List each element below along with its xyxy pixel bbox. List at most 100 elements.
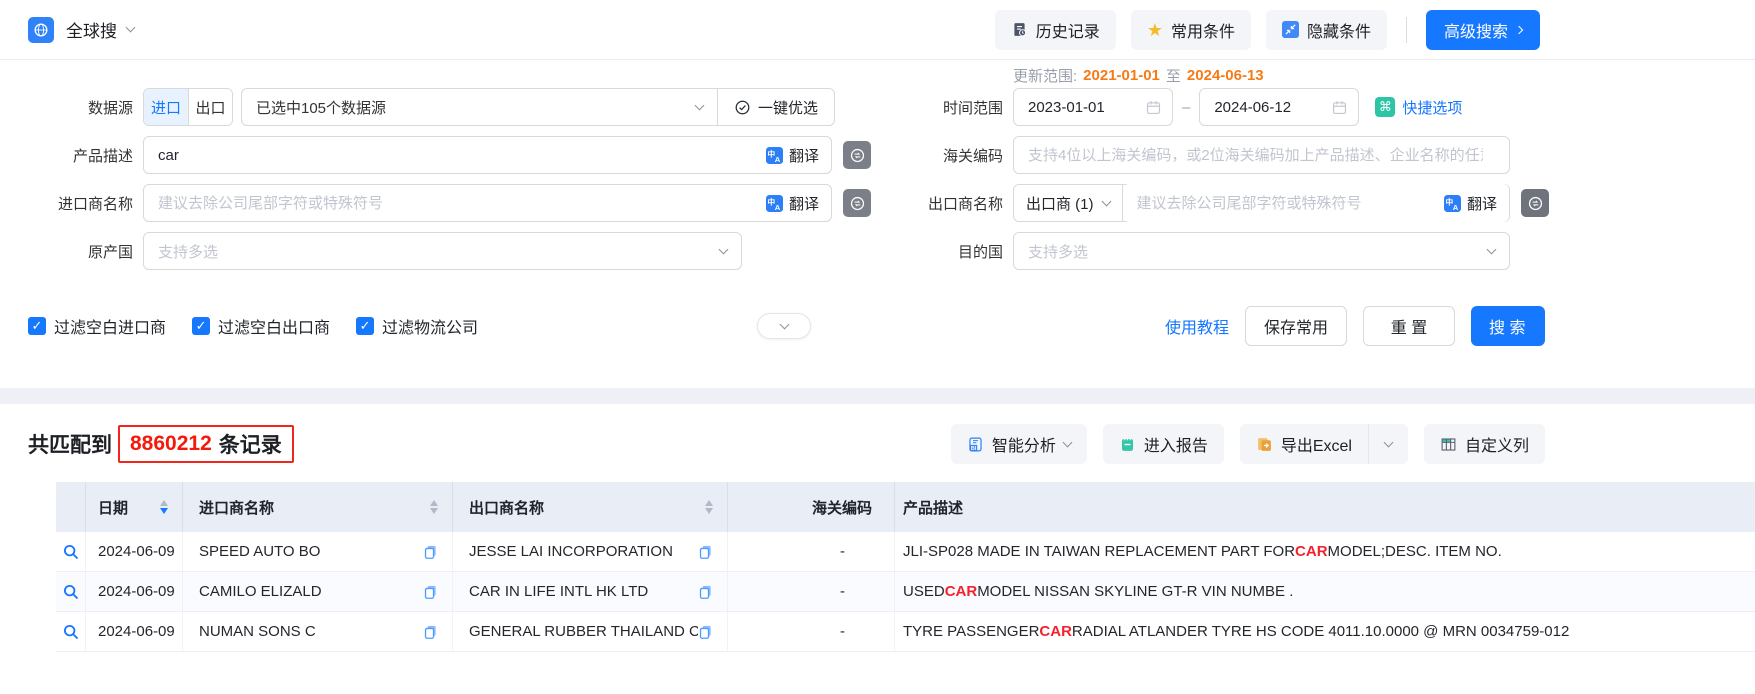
cell-product-desc: JLI-SP028 MADE IN TAIWAN REPLACEMENT PAR…	[895, 532, 1755, 571]
start-date-picker[interactable]: 2023-01-01	[1013, 88, 1173, 126]
dest-country-select[interactable]: 支持多选	[1013, 232, 1510, 270]
dest-country-label: 目的国	[900, 241, 1013, 262]
chevron-down-icon	[1384, 437, 1394, 447]
hide-conditions-button[interactable]: 隐藏条件	[1266, 10, 1387, 50]
copy-icon[interactable]	[423, 624, 438, 639]
filter-blank-importer[interactable]: ✓ 过滤空白进口商	[28, 314, 166, 338]
search-panel: 数据源 进口 出口 已选中105个数据源 一键优选	[0, 60, 1755, 366]
translate-label: 翻译	[789, 145, 819, 166]
end-date-picker[interactable]: 2024-06-12	[1199, 88, 1359, 126]
quick-optimize-button[interactable]: 一键优选	[718, 89, 834, 125]
exporter-name-input[interactable]	[1123, 184, 1444, 222]
search-swap-icon[interactable]	[843, 189, 871, 217]
header-exporter[interactable]: 出口商名称	[453, 482, 728, 532]
copy-icon[interactable]	[698, 624, 713, 639]
row-search-icon[interactable]	[62, 583, 80, 601]
smart-analysis-button[interactable]: BI 智能分析	[951, 424, 1087, 464]
search-button[interactable]: 搜 索	[1471, 306, 1545, 346]
time-range-label: 时间范围	[900, 97, 1013, 118]
importer-name-inputbox: 中A 翻译	[143, 184, 832, 222]
search-swap-icon[interactable]	[1521, 189, 1549, 217]
quick-options-button[interactable]: ⌘ 快捷选项	[1375, 97, 1462, 118]
filter-row: ✓ 过滤空白进口商 ✓ 过滤空白出口商 ✓ 过滤物流公司 使用教程 保存常用 重…	[0, 306, 1755, 346]
chevron-down-icon	[695, 100, 705, 110]
sort-carets[interactable]	[160, 500, 168, 514]
dest-country-row: 目的国 支持多选	[900, 232, 1755, 270]
table-row: 2024-06-09NUMAN SONS CGENERAL RUBBER THA…	[56, 612, 1755, 652]
update-range-end: 2024-06-13	[1187, 67, 1264, 84]
results-header: 共匹配到 8860212 条记录 BI 智能分析 进入报告 导出Excel	[28, 424, 1755, 464]
match-prefix: 共匹配到	[28, 429, 112, 459]
advanced-search-button[interactable]: 高级搜索	[1426, 10, 1540, 50]
export-options-button[interactable]	[1368, 424, 1408, 464]
sort-desc-icon	[430, 508, 438, 514]
quick-options-label: 快捷选项	[1402, 97, 1462, 118]
copy-icon[interactable]	[698, 584, 713, 599]
cell-hs-code: -	[728, 572, 895, 611]
import-tab[interactable]: 进口	[144, 89, 188, 125]
data-source-select[interactable]: 已选中105个数据源	[242, 89, 717, 125]
product-desc-input[interactable]	[144, 137, 766, 173]
hs-code-input[interactable]	[1014, 137, 1497, 173]
cell-exporter: JESSE LAI INCORPORATION	[453, 532, 728, 571]
export-tab[interactable]: 出口	[188, 89, 232, 125]
report-icon	[1119, 436, 1136, 453]
row-search-icon[interactable]	[62, 543, 80, 561]
calendar-icon	[1145, 99, 1162, 116]
cell-product-desc: TYRE PASSENGER CAR RADIAL ATLANDER TYRE …	[895, 612, 1755, 651]
product-desc-row: 产品描述 中A 翻译	[0, 136, 900, 174]
sort-carets[interactable]	[705, 500, 713, 514]
copy-icon[interactable]	[423, 544, 438, 559]
translate-button[interactable]: 中A 翻译	[766, 145, 819, 166]
header-label: 海关编码	[812, 497, 872, 518]
copy-icon[interactable]	[698, 544, 713, 559]
export-excel-button[interactable]: 导出Excel	[1240, 424, 1368, 464]
translate-label: 翻译	[789, 193, 819, 214]
check-circle-icon	[734, 99, 751, 116]
translate-button[interactable]: 中A 翻译	[1444, 193, 1497, 214]
translate-button[interactable]: 中A 翻译	[766, 193, 819, 214]
translate-label: 翻译	[1467, 193, 1497, 214]
table-row: 2024-06-09SPEED AUTO BOJESSE LAI INCORPO…	[56, 532, 1755, 572]
exporter-type-value: 出口商 (1)	[1026, 193, 1094, 214]
header-label: 日期	[98, 497, 128, 518]
form-right-column: 更新范围: 2021-01-01 至 2024-06-13 时间范围 2023-…	[900, 62, 1755, 280]
custom-columns-button[interactable]: 自定义列	[1424, 424, 1545, 464]
checkbox-checked-icon: ✓	[356, 317, 374, 335]
filter-logistics[interactable]: ✓ 过滤物流公司	[356, 314, 478, 338]
results-section: 共匹配到 8860212 条记录 BI 智能分析 进入报告 导出Excel	[0, 404, 1755, 652]
filter-label: 过滤空白出口商	[218, 314, 330, 338]
reset-button[interactable]: 重 置	[1363, 306, 1455, 346]
sort-carets[interactable]	[430, 500, 438, 514]
copy-icon[interactable]	[423, 584, 438, 599]
export-excel-label: 导出Excel	[1281, 432, 1352, 456]
row-search-icon[interactable]	[62, 623, 80, 641]
results-toolbar: BI 智能分析 进入报告 导出Excel 自定义列	[951, 424, 1545, 464]
header-date[interactable]: 日期	[86, 482, 183, 532]
importer-name-input[interactable]	[144, 185, 766, 221]
origin-country-select[interactable]: 支持多选	[143, 232, 742, 270]
data-source-row: 数据源 进口 出口 已选中105个数据源 一键优选	[0, 88, 900, 126]
exporter-name: GENERAL RUBBER THAILAND C	[469, 623, 698, 640]
cell-product-desc: USED CAR MODEL NISSAN SKYLINE GT-R VIN N…	[895, 572, 1755, 611]
toolbar-divider	[1406, 17, 1407, 43]
section-divider	[0, 388, 1755, 404]
save-common-button[interactable]: 保存常用	[1245, 306, 1347, 346]
svg-text:A: A	[1453, 202, 1459, 211]
title-chevron-down-icon[interactable]	[126, 23, 136, 33]
svg-text:A: A	[775, 202, 781, 211]
update-range-label: 更新范围:	[1013, 65, 1077, 86]
favorites-button[interactable]: ★ 常用条件	[1131, 10, 1251, 50]
cell-exporter: GENERAL RUBBER THAILAND C	[453, 612, 728, 651]
search-swap-icon[interactable]	[843, 141, 871, 169]
enter-report-button[interactable]: 进入报告	[1103, 424, 1224, 464]
filter-blank-exporter[interactable]: ✓ 过滤空白出口商	[192, 314, 330, 338]
header-label: 出口商名称	[469, 497, 544, 518]
calendar-icon	[1331, 99, 1348, 116]
collapse-panel-button[interactable]	[757, 313, 811, 339]
export-icon	[1256, 436, 1273, 453]
tutorial-link[interactable]: 使用教程	[1165, 314, 1229, 338]
history-button[interactable]: 历史记录	[995, 10, 1116, 50]
header-importer[interactable]: 进口商名称	[183, 482, 453, 532]
exporter-type-select[interactable]: 出口商 (1)	[1014, 185, 1122, 221]
